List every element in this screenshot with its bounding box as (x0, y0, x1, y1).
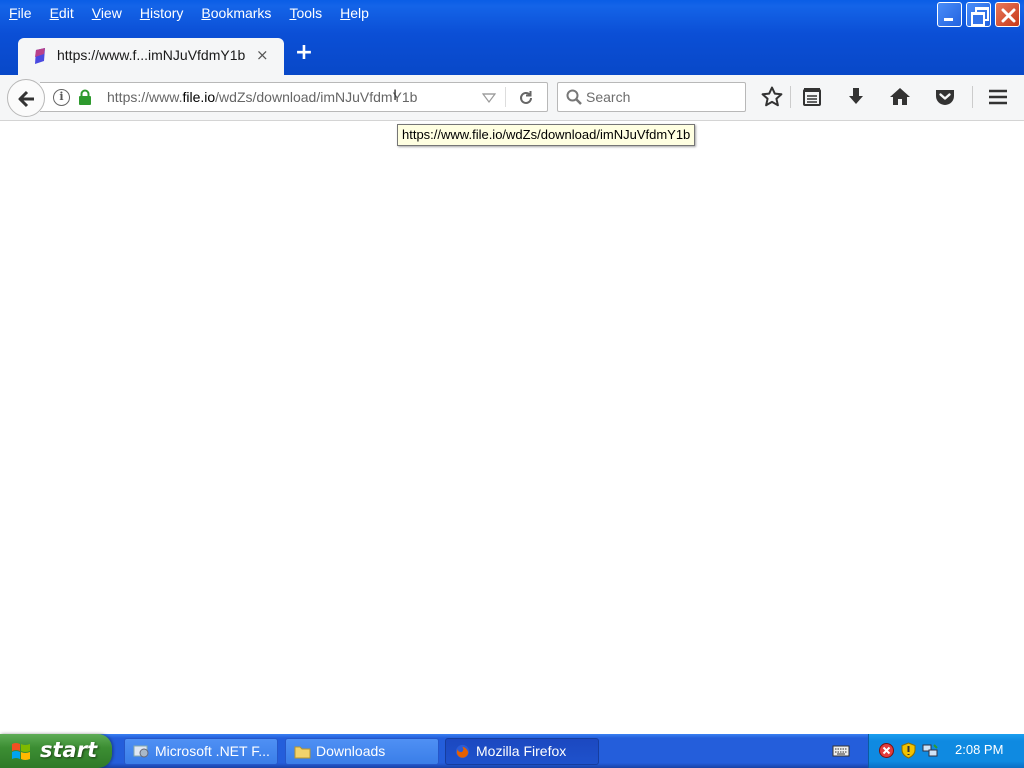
firefox-icon (455, 744, 470, 759)
menu-help[interactable]: Help (331, 2, 378, 24)
site-info-icon[interactable]: i (53, 89, 70, 106)
new-tab-button[interactable]: + (294, 42, 314, 64)
taskbar-item-label: Microsoft .NET F... (155, 743, 270, 759)
menu-bookmarks[interactable]: Bookmarks (192, 2, 280, 24)
windows-logo-icon (12, 743, 30, 760)
menu-tools[interactable]: Tools (280, 2, 331, 24)
network-icon[interactable] (922, 742, 939, 759)
url-path: /wdZs/download/imNJuVfdmY1b (215, 89, 418, 105)
start-button[interactable]: start (0, 734, 112, 768)
navigation-toolbar: i https://www.file.io/wdZs/download/imNJ… (0, 75, 1024, 121)
tab-title: https://www.f...imNJuVfdmY1b (57, 47, 246, 63)
close-button[interactable] (995, 2, 1020, 27)
clock: 2:08 PM (955, 742, 1004, 757)
back-button[interactable] (7, 79, 45, 117)
folder-icon (294, 746, 311, 759)
home-icon[interactable] (888, 85, 912, 109)
url-host: file.io (182, 89, 216, 105)
taskbar-item-label: Downloads (316, 743, 386, 759)
lock-icon[interactable] (78, 89, 92, 106)
toolbar-separator (972, 86, 973, 108)
taskbar-item-label: Mozilla Firefox (476, 743, 567, 759)
taskbar-item-dotnet[interactable]: Microsoft .NET F... (124, 738, 278, 765)
search-bar[interactable] (557, 82, 746, 112)
menu-history[interactable]: History (131, 2, 193, 24)
hamburger-menu-icon[interactable] (986, 85, 1010, 109)
taskbar-item-downloads[interactable]: Downloads (285, 738, 439, 765)
menu-edit[interactable]: Edit (41, 2, 83, 24)
urlbar-separator (505, 87, 506, 107)
history-dropdown-icon[interactable] (482, 93, 496, 103)
toolbar-separator (790, 86, 791, 108)
url-tooltip: https://www.file.io/wdZs/download/imNJuV… (397, 124, 696, 146)
window-titlebar: File Edit View History Bookmarks Tools H… (0, 0, 1024, 75)
system-tray: 2:08 PM (868, 734, 1024, 768)
security-alert-icon[interactable] (878, 742, 895, 759)
tab-active[interactable]: https://www.f...imNJuVfdmY1b × (18, 38, 284, 75)
tab-close-icon[interactable]: × (256, 46, 269, 64)
taskbar: start Microsoft .NET F... Downloads Mozi… (0, 734, 1024, 768)
page-content[interactable] (0, 122, 1024, 734)
text-cursor-icon: I (393, 88, 398, 104)
menu-file[interactable]: File (0, 2, 41, 24)
minimize-button[interactable] (937, 2, 962, 27)
file-io-favicon-icon (35, 48, 45, 64)
menu-bar: File Edit View History Bookmarks Tools H… (0, 2, 378, 24)
search-input[interactable] (586, 87, 736, 107)
start-label: start (40, 738, 98, 762)
close-icon (1001, 8, 1016, 23)
pocket-icon[interactable] (933, 85, 957, 109)
restore-button[interactable] (966, 2, 991, 27)
url-prefix: https://www. (107, 89, 183, 105)
taskbar-item-firefox[interactable]: Mozilla Firefox (445, 738, 599, 765)
menu-view[interactable]: View (83, 2, 131, 24)
back-arrow-icon (18, 90, 34, 108)
bookmark-star-icon[interactable] (760, 85, 784, 109)
url-text[interactable]: https://www.file.io/wdZs/download/imNJuV… (107, 89, 417, 105)
reload-icon[interactable] (517, 89, 535, 107)
reading-list-icon[interactable] (800, 85, 824, 109)
installer-icon (133, 745, 149, 758)
shield-icon[interactable] (900, 742, 917, 759)
url-bar[interactable]: i https://www.file.io/wdZs/download/imNJ… (40, 82, 548, 112)
search-icon (566, 89, 582, 105)
keyboard-icon[interactable] (832, 744, 850, 758)
download-icon[interactable] (844, 85, 868, 109)
